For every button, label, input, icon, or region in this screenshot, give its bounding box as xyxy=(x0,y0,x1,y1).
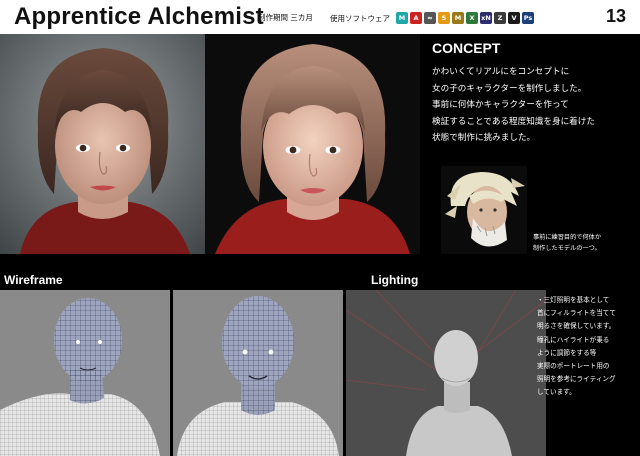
concept-line: 女の子のキャラクターを制作しました。 xyxy=(432,83,587,94)
caption-line: 事前に練習目的で何体か xyxy=(533,234,602,241)
page-number: 13 xyxy=(605,6,626,26)
mari-icon: M xyxy=(452,12,464,24)
caption-line: 制作したモデルの一つ。 xyxy=(533,245,601,252)
wireframe-image-angle xyxy=(0,290,170,456)
prior-model-caption: 事前に練習目的で何体か 制作したモデルの一つ。 xyxy=(533,232,601,254)
wireframe-image-front xyxy=(173,290,343,456)
lighting-note-line: 実際のポートレート用の xyxy=(537,362,610,371)
concept-line: かわいくてリアルにをコンセプトに xyxy=(432,67,570,77)
software-icons: M A ≈ S M XxN Z V Ps xyxy=(396,12,534,24)
zbrush-icon: Z xyxy=(494,12,506,24)
lighting-note-line: 照明を参考にライティング xyxy=(537,375,616,384)
lighting-notes: ・三灯照明を基本として 首にフィルライトを当てて 明るさを確保しています。 瞳孔… xyxy=(537,294,640,400)
maya-icon: M xyxy=(396,12,408,24)
lighting-note-line: ように調節をする等 xyxy=(537,348,597,357)
lighting-note-line: ・三灯照明を基本として xyxy=(537,296,610,304)
lighting-image xyxy=(346,290,546,456)
concept-heading: CONCEPT xyxy=(432,40,501,56)
lighting-heading: Lighting xyxy=(371,273,419,287)
marvelous-icon: ≈ xyxy=(424,12,436,24)
arnold-icon: A xyxy=(410,12,422,24)
prior-model-image xyxy=(441,166,527,254)
photoshop-icon: Ps xyxy=(522,12,534,24)
lighting-note-line: 瞳孔にハイライトが乗る xyxy=(537,335,610,344)
substance-icon: S xyxy=(438,12,450,24)
concept-text: かわいくてリアルにをコンセプトに 女の子のキャラクターを制作しました。 事前に何… xyxy=(432,64,637,147)
wireframe-heading: Wireframe xyxy=(4,273,63,287)
lighting-note-line: しています。 xyxy=(537,388,576,397)
concept-line: 状態で制作に挑みました。 xyxy=(432,133,536,143)
production-period: 制作期間 三カ月 xyxy=(258,13,313,22)
xnormal-icon: xN xyxy=(480,12,492,24)
xgen-icon: X xyxy=(466,12,478,24)
render-image-close xyxy=(205,34,420,254)
lighting-note-line: 明るさを確保しています。 xyxy=(537,322,616,331)
header-bar: Apprentice Alchemist 制作期間 三カ月 使用ソフトウェア M… xyxy=(0,0,640,34)
lighting-note-line: 首にフィルライトを当てて xyxy=(537,309,616,318)
render-image-front xyxy=(0,34,205,254)
software-label: 使用ソフトウェア xyxy=(330,14,390,23)
page-title: Apprentice Alchemist xyxy=(14,3,264,30)
vray-icon: V xyxy=(508,12,520,24)
concept-line: 事前に何体かキャラクターを作って xyxy=(432,100,569,110)
concept-line: 検証することである程度知識を身に着けた xyxy=(432,116,595,127)
